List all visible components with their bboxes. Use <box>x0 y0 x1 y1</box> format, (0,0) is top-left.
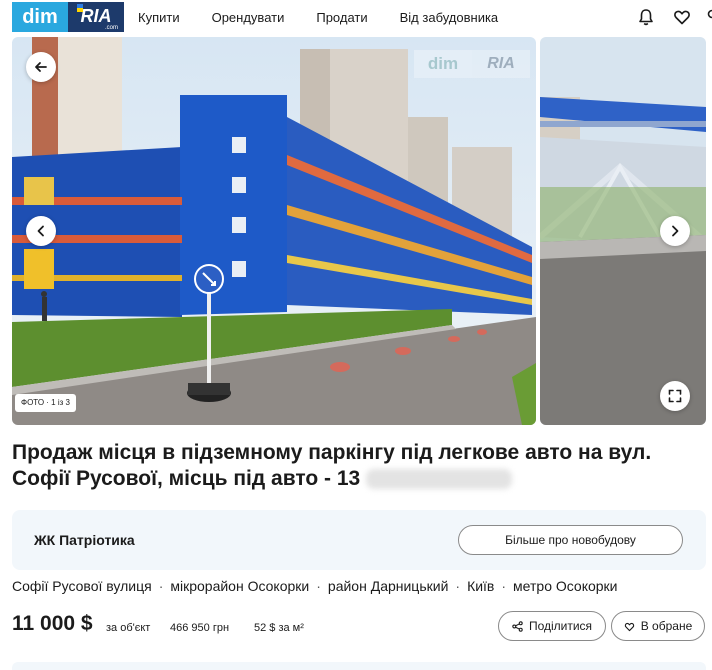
listing-title-text: Продаж місця в підземному паркінгу під л… <box>12 441 652 490</box>
logo-com-text: .com <box>104 25 118 31</box>
price-per-m2: 52 $ за м² <box>254 622 304 634</box>
site-logo[interactable]: dim RIA .com <box>12 2 124 32</box>
price-uah: 466 950 грн <box>170 622 230 634</box>
logo-ria: RIA .com <box>68 2 124 32</box>
nav-from-developer[interactable]: Від забудовника <box>400 10 499 25</box>
photo-watermark: dim RIA <box>414 50 532 78</box>
price-main: 11 000 $ <box>12 612 93 635</box>
bell-icon[interactable] <box>636 7 656 27</box>
watermark-ria: RIA <box>472 50 530 78</box>
photo-gallery: dim RIA <box>12 37 706 425</box>
listing-title: Продаж місця в підземному паркінгу під л… <box>12 440 702 492</box>
location-city[interactable]: Київ <box>467 578 494 594</box>
nav-rent[interactable]: Орендувати <box>212 10 285 25</box>
logo-dim: dim <box>12 2 68 32</box>
nav-sell[interactable]: Продати <box>316 10 367 25</box>
heart-outline-icon <box>624 622 634 631</box>
more-about-building-button[interactable]: Більше про новобудову <box>458 525 683 555</box>
ukraine-flag-icon <box>77 4 83 12</box>
share-button[interactable]: Поділитися <box>498 611 606 641</box>
top-header: dim RIA .com Купити Орендувати Продати В… <box>0 0 712 34</box>
location-breadcrumb: Софії Русової вулиця · мікрорайон Осокорки… <box>12 578 618 594</box>
hidden-phone-blur <box>366 469 513 490</box>
chevron-right-icon <box>672 225 679 237</box>
project-name[interactable]: ЖК Патріотика <box>34 532 135 548</box>
logo-ria-text: RIA <box>80 6 112 26</box>
nav-buy[interactable]: Купити <box>138 10 180 25</box>
fullscreen-button[interactable] <box>660 381 690 411</box>
share-label: Поділитися <box>528 619 593 633</box>
location-district[interactable]: район Дарницький <box>328 578 448 594</box>
chevron-left-icon <box>37 225 44 237</box>
heart-icon[interactable] <box>672 7 692 27</box>
expand-icon <box>668 389 682 403</box>
price-per-object: за об'єкт <box>106 622 151 634</box>
location-metro[interactable]: метро Осокорки <box>513 578 617 594</box>
prev-photo-button[interactable] <box>26 216 56 246</box>
next-photo-button[interactable] <box>660 216 690 246</box>
main-nav: Купити Орендувати Продати Від забудовник… <box>138 0 530 34</box>
next-section-strip <box>12 662 706 670</box>
user-icon[interactable] <box>702 7 712 27</box>
photo-counter: ФОТО · 1 із 3 <box>15 394 76 412</box>
main-photo[interactable]: dim RIA <box>12 37 536 425</box>
location-street[interactable]: Софії Русової вулиця <box>12 578 152 594</box>
back-button[interactable] <box>26 52 56 82</box>
share-icon <box>512 620 523 632</box>
arrow-left-icon <box>35 62 47 72</box>
favorite-label: В обране <box>640 619 693 633</box>
watermark-dim: dim <box>414 50 472 78</box>
location-microdistrict[interactable]: мікрорайон Осокорки <box>170 578 309 594</box>
new-building-card: ЖК Патріотика Більше про новобудову <box>12 510 706 570</box>
favorite-button[interactable]: В обране <box>611 611 705 641</box>
